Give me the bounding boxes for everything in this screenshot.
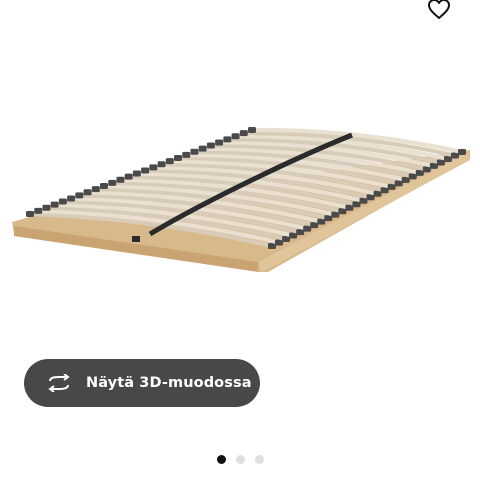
- carousel-dot-1[interactable]: [216, 455, 226, 464]
- carousel-dot-3[interactable]: [254, 455, 264, 464]
- carousel-dot-2[interactable]: [235, 455, 245, 464]
- rotate-3d-icon: [46, 373, 72, 393]
- view-3d-button[interactable]: Näytä 3D-muodossa: [24, 359, 260, 407]
- favorite-heart-icon[interactable]: [426, 0, 452, 22]
- product-image-slatted-bed-base: [12, 127, 470, 272]
- carousel-dots: [0, 455, 480, 464]
- view-3d-label: Näytä 3D-muodossa: [86, 375, 252, 391]
